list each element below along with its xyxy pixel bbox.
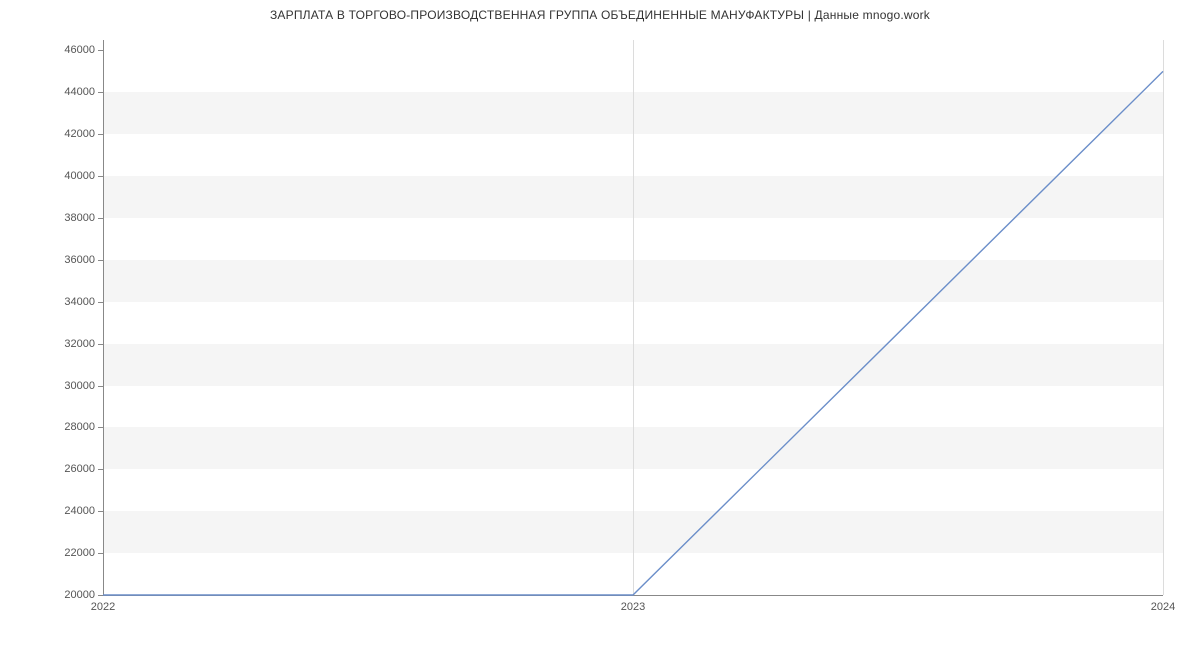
chart-container: ЗАРПЛАТА В ТОРГОВО-ПРОИЗВОДСТВЕННАЯ ГРУП… (0, 0, 1200, 650)
x-tick-label: 2023 (621, 601, 645, 613)
y-tick-label: 42000 (64, 128, 95, 140)
x-gridline (1163, 40, 1164, 595)
y-tick-label: 38000 (64, 212, 95, 224)
plot-area: 2000022000240002600028000300003200034000… (103, 40, 1163, 595)
y-tick-label: 20000 (64, 589, 95, 601)
y-tick-label: 24000 (64, 505, 95, 517)
y-tick-label: 40000 (64, 170, 95, 182)
y-tick-label: 32000 (64, 338, 95, 350)
y-tick-label: 22000 (64, 547, 95, 559)
x-tick-label: 2024 (1151, 601, 1175, 613)
x-tick-label: 2022 (91, 601, 115, 613)
chart-title: ЗАРПЛАТА В ТОРГОВО-ПРОИЗВОДСТВЕННАЯ ГРУП… (0, 8, 1200, 22)
series-svg (103, 40, 1163, 595)
y-tick-label: 26000 (64, 463, 95, 475)
y-tick-label: 34000 (64, 296, 95, 308)
y-tick-label: 36000 (64, 254, 95, 266)
y-tick-label: 30000 (64, 380, 95, 392)
y-tick-label: 46000 (64, 44, 95, 56)
series-line (103, 71, 1163, 595)
y-tick-label: 28000 (64, 421, 95, 433)
y-tick-label: 44000 (64, 86, 95, 98)
